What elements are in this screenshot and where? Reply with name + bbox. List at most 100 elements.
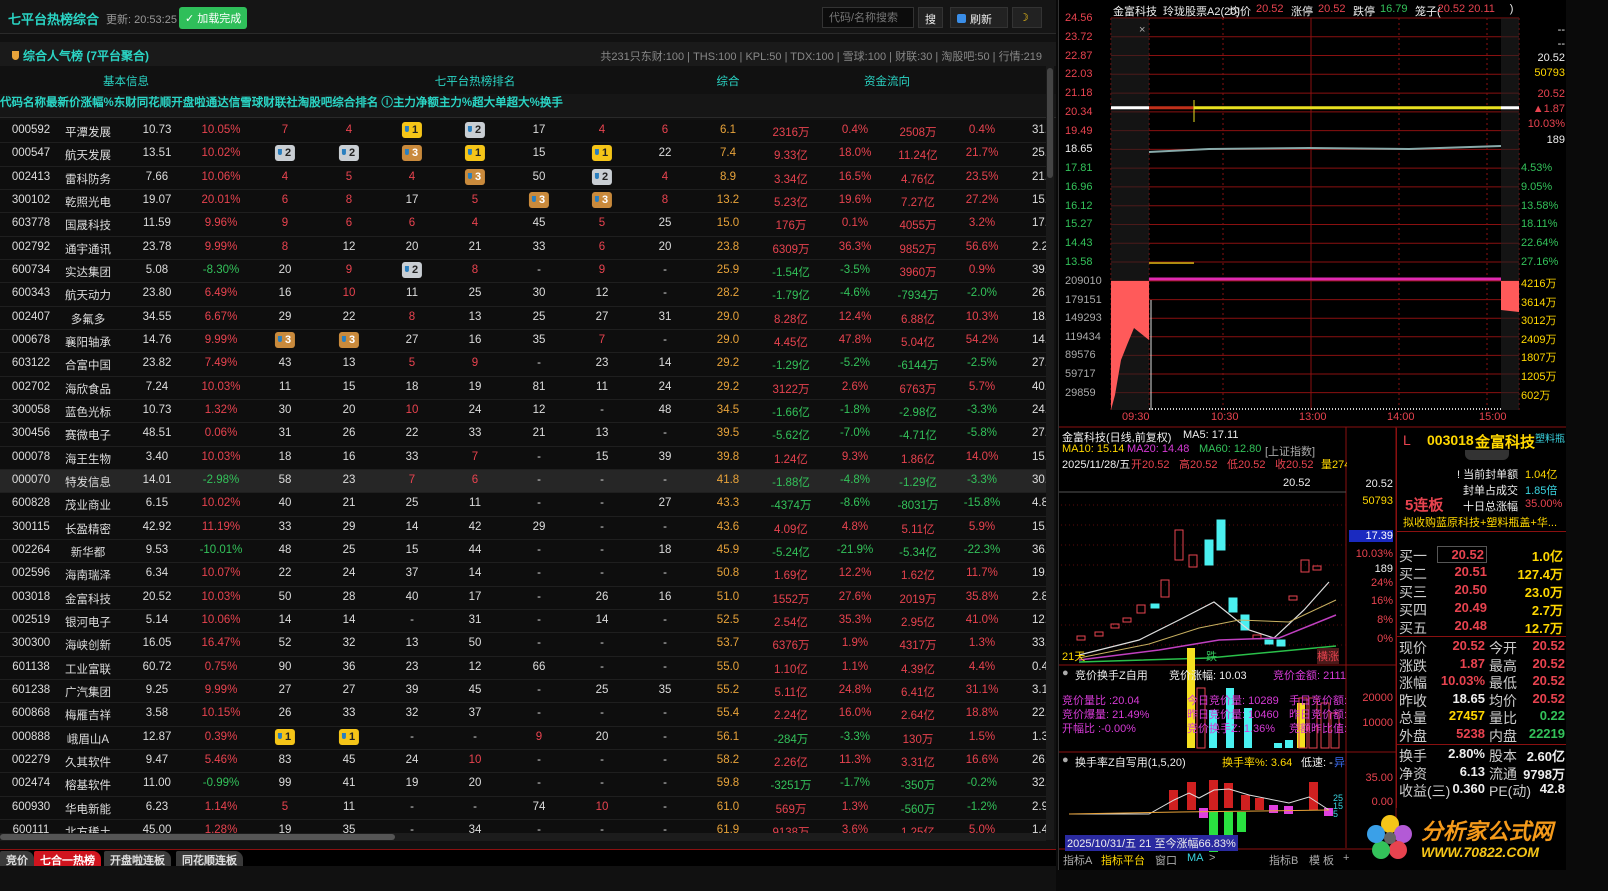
- column-header[interactable]: 换手: [540, 97, 563, 109]
- stat-value: 20.52: [1532, 638, 1565, 653]
- table-row[interactable]: 002413 雷科防务 7.66 10.06% 4 5 4 3 50 2 4 8.9 3.34亿 16.5…: [0, 166, 1046, 190]
- fund-flow-value: 5.11亿: [774, 686, 808, 699]
- platform-rank: 9: [471, 357, 479, 370]
- watermark-logo: 分析家公式网 WWW.70822.COM: [1365, 808, 1565, 866]
- column-header[interactable]: 开盘啦: [171, 97, 206, 109]
- stock-name: 海峡创新: [65, 640, 111, 653]
- table-row[interactable]: 300115 长盈精密 42.92 11.19% 33 29 14 42 29 - - 43.6 4.0…: [0, 516, 1046, 540]
- table-row[interactable]: 002792 通宇通讯 23.78 9.99% 8 12 20 21 33 6 20 23.8 6309…: [0, 236, 1046, 260]
- change-pct: -0.99%: [202, 777, 240, 790]
- turnover: 25.: [1032, 147, 1046, 160]
- table-row[interactable]: 002474 榕基软件 11.00 -0.99% 99 41 19 20 - - - 59.8 -325…: [0, 773, 1046, 797]
- table-row[interactable]: 000678 襄阳轴承 14.76 9.99% 3 3 27 16 35 7 - 29.0 4.45亿 4…: [0, 329, 1046, 354]
- change-pct: 20.01%: [201, 193, 241, 206]
- table-row[interactable]: 600343 航天动力 23.80 6.49% 16 10 11 25 30 12 - 28.2 -1.…: [0, 283, 1046, 307]
- chart-tab[interactable]: +: [1343, 852, 1349, 864]
- table-row[interactable]: 002519 银河电子 5.14 10.06% 14 14 - 31 - 14 - 52.5 2.54亿…: [0, 609, 1046, 634]
- pct-axis-label: 9.05%: [1521, 180, 1553, 193]
- table-row[interactable]: 000592 平潭发展 10.73 10.05% 7 4 1 2 17 4 6 6.1 2316万 0.4…: [0, 120, 1046, 144]
- amount-axis-label: 602万: [1521, 389, 1551, 402]
- stock-name: 国晟科技: [65, 220, 111, 233]
- table-row[interactable]: 002702 海欣食品 7.24 10.03% 11 15 18 19 81 11 24 29.2 31…: [0, 376, 1046, 400]
- search-button[interactable]: 搜: [918, 7, 943, 28]
- table-row[interactable]: 000070 特发信息 14.01 -2.98% 58 23 7 6 - - - 41.8 -1.88亿…: [0, 469, 1046, 494]
- table-row[interactable]: 300456 赛微电子 48.51 0.06% 31 26 22 33 21 13 - 39.5 -5.…: [0, 423, 1046, 447]
- table-row[interactable]: 000078 海王生物 3.40 10.03% 18 16 33 7 - 15 39 39.8 1.24…: [0, 446, 1046, 470]
- stock-name: 实达集团: [65, 266, 111, 279]
- table-row[interactable]: 600734 实达集团 5.08 -8.30% 20 9 2 8 - 9 - 25.9 -1.54亿 -3…: [0, 259, 1046, 284]
- bottom-tab[interactable]: 开盘啦连板: [104, 851, 171, 867]
- table-row[interactable]: 300300 海峡创新 16.05 16.47% 52 32 13 50 - - - 53.7 6376…: [0, 633, 1046, 657]
- ten-day-gain: 35.00%: [1525, 498, 1563, 510]
- table-row[interactable]: 603122 合富中国 23.82 7.49% 43 13 5 9 - 23 14 29.2 -1.29…: [0, 353, 1046, 377]
- table-row[interactable]: 601138 工业富联 60.72 0.75% 90 36 23 12 66 - - 55.0 1.10…: [0, 656, 1046, 680]
- bid-price: 20.52: [1437, 546, 1487, 563]
- rank-medal-badge: 3: [464, 168, 486, 185]
- collapse-button[interactable]: [1465, 450, 1509, 460]
- table-row[interactable]: 000547 航天发展 13.51 10.02% 2 2 3 1 15 1 22 7.4 9.33亿 18…: [0, 143, 1046, 167]
- platform-rank: 24: [342, 567, 356, 580]
- table-row[interactable]: 600828 茂业商业 6.15 10.02% 40 21 25 11 - - 27 43.3 -437…: [0, 493, 1046, 517]
- side-value: --: [1557, 24, 1565, 36]
- bottom-tab[interactable]: 七合一热榜: [34, 851, 101, 867]
- table-row[interactable]: 300102 乾照光电 19.07 20.01% 6 8 17 5 3 3 8 13.2 5.23亿 19…: [0, 189, 1046, 214]
- column-header[interactable]: 涨幅%: [81, 97, 114, 109]
- side-value: 20.52: [1537, 52, 1565, 64]
- theme-toggle-button[interactable]: ☽: [1012, 7, 1042, 28]
- column-header[interactable]: 超大%: [507, 97, 540, 109]
- column-header[interactable]: 超大单: [472, 97, 507, 109]
- stock-code: 002279: [11, 753, 51, 766]
- table-row[interactable]: 603778 国晟科技 11.59 9.96% 9 6 6 4 45 5 25 15.0 176万 0.1…: [0, 213, 1046, 237]
- platform-rank: 14: [278, 613, 292, 626]
- fund-flow-value: 4.8%: [841, 520, 869, 533]
- bottom-tab[interactable]: 同花顺连板: [176, 851, 243, 867]
- table-row[interactable]: 002264 新华都 9.53 -10.01% 48 25 15 44 - - 18 45.9 -5.2…: [0, 539, 1046, 564]
- column-header[interactable]: 主力%: [439, 97, 472, 109]
- column-header[interactable]: 同花顺: [137, 97, 172, 109]
- platform-rank: 30: [278, 403, 292, 416]
- table-row[interactable]: 600868 梅雁吉祥 3.58 10.15% 26 33 32 37 - - - 55.4 2.24亿…: [0, 703, 1046, 727]
- table-row[interactable]: 002407 多氟多 34.55 6.67% 29 22 8 13 25 27 31 29.0 8.28…: [0, 306, 1046, 330]
- platform-rank: -: [663, 800, 667, 813]
- column-header[interactable]: 代码: [0, 97, 23, 109]
- chart-tab[interactable]: 窗口: [1155, 852, 1177, 868]
- chart-tab[interactable]: 指标A: [1063, 852, 1092, 868]
- platform-rank: 15: [405, 543, 419, 556]
- chart-tab[interactable]: 指标B: [1269, 852, 1298, 868]
- column-header[interactable]: 财联社: [263, 97, 298, 109]
- column-header[interactable]: 东财: [114, 97, 137, 109]
- column-header[interactable]: 雪球: [240, 97, 263, 109]
- horizontal-scroll-thumb[interactable]: [0, 834, 395, 840]
- chart-tab[interactable]: 模 板: [1309, 852, 1334, 868]
- vertical-scrollbar[interactable]: [1046, 66, 1054, 840]
- fund-flow-value: 23.5%: [965, 170, 999, 183]
- chart-tab[interactable]: MA: [1187, 852, 1204, 864]
- column-header[interactable]: 通达信: [206, 97, 241, 109]
- change-pct: 10.03%: [201, 450, 241, 463]
- table-row[interactable]: 601238 广汽集团 9.25 9.99% 27 27 39 45 - 25 35 55.2 5.11…: [0, 679, 1046, 704]
- column-header[interactable]: 淘股吧: [298, 97, 333, 109]
- table-row[interactable]: 600930 华电新能 6.23 1.14% 5 11 - - 74 10 - 61.0 569万 1.3…: [0, 796, 1046, 820]
- chart-tab[interactable]: 指标平台: [1101, 852, 1145, 868]
- table-row[interactable]: 000888 峨眉山A 12.87 0.39% 1 1 - - 9 20 - 56.1 -284万 -3.…: [0, 726, 1046, 750]
- search-input[interactable]: [822, 7, 914, 28]
- change-pct: 10.02%: [201, 147, 241, 160]
- kline-price-tag: 20.52: [1283, 477, 1311, 489]
- chart-tab[interactable]: >: [1209, 852, 1215, 864]
- refresh-button[interactable]: 刷新: [950, 7, 1008, 28]
- table-row[interactable]: 002596 海南瑞泽 6.34 10.07% 22 24 37 14 - - - 50.8 1.69亿…: [0, 563, 1046, 587]
- table-row[interactable]: 300058 蓝色光标 10.73 1.32% 30 20 10 24 12 - 48 34.5 -1.…: [0, 399, 1046, 424]
- vertical-scroll-thumb[interactable]: [1047, 68, 1053, 178]
- bottom-tab[interactable]: 竞价: [0, 851, 34, 867]
- column-header[interactable]: 名称: [23, 97, 46, 109]
- column-header[interactable]: 主力净额: [393, 97, 439, 109]
- platform-rank: 12: [532, 403, 546, 416]
- table-row[interactable]: 002279 久其软件 9.47 5.46% 83 45 24 10 - - - 58.2 2.26亿 1…: [0, 749, 1046, 774]
- fund-flow-value: 36.3%: [838, 240, 872, 253]
- table-row[interactable]: 003018 金富科技 20.52 10.03% 50 28 40 17 - 26 16 51.0 15…: [0, 586, 1046, 610]
- seal-ratio: 1.85倍: [1525, 485, 1558, 497]
- latest-price: 9.53: [145, 543, 169, 556]
- column-header[interactable]: 综合排名 ⓘ: [332, 97, 393, 109]
- platform-rank: 45: [532, 217, 546, 230]
- column-header[interactable]: 最新价: [46, 97, 81, 109]
